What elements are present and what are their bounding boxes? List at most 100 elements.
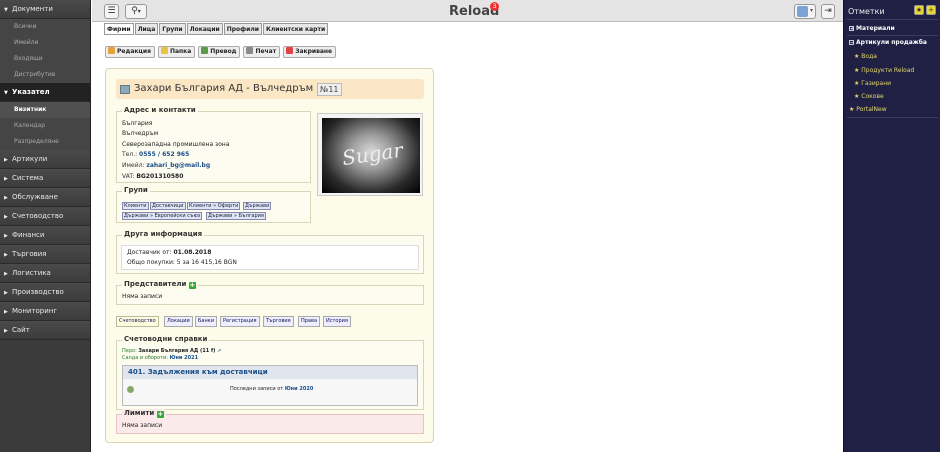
sidebar-item-all[interactable]: Всички bbox=[0, 19, 90, 35]
subtab-registration[interactable]: Регистрация bbox=[220, 316, 260, 327]
sidebar-group-label: Обслужване bbox=[12, 193, 58, 201]
last-records-value[interactable]: Юни 2020 bbox=[285, 386, 313, 392]
other-info-legend: Друга информация bbox=[122, 230, 205, 238]
bookmark-folder[interactable]: + Материали bbox=[849, 25, 895, 32]
bookmark-item[interactable]: ★ Вода bbox=[854, 53, 877, 60]
sidebar-group-monitoring[interactable]: ▶ Мониторинг bbox=[0, 302, 90, 321]
close-record-button[interactable]: Закриване bbox=[283, 46, 337, 58]
triangle-right-icon: ▶ bbox=[4, 233, 8, 239]
add-bookmark-icon[interactable]: + bbox=[926, 5, 936, 15]
sidebar-item-schedule[interactable]: Разпределяне bbox=[0, 134, 90, 150]
triangle-right-icon: ▶ bbox=[4, 214, 8, 220]
tab-groups[interactable]: Групи bbox=[159, 23, 186, 35]
sidebar-group-system[interactable]: ▶ Система bbox=[0, 169, 90, 188]
subtab-trade[interactable]: Търговия bbox=[263, 316, 294, 327]
group-chip[interactable]: Държави » България bbox=[206, 212, 266, 220]
print-label: Печат bbox=[255, 48, 277, 55]
email-link[interactable]: zahari_bg@mail.bg bbox=[146, 162, 210, 169]
search-icon: ⚲ bbox=[131, 6, 138, 16]
triangle-right-icon: ▶ bbox=[4, 328, 8, 334]
collapse-icon: − bbox=[849, 40, 855, 46]
sidebar-group-label: Логистика bbox=[12, 269, 51, 277]
bookmark-label: PortalNew bbox=[856, 106, 887, 113]
address-zone: Северозападна промишлена зона bbox=[122, 141, 230, 148]
add-representative-icon[interactable]: + bbox=[188, 282, 196, 289]
group-chip[interactable]: Държави bbox=[243, 202, 272, 210]
company-photo[interactable]: Sugar bbox=[317, 113, 423, 196]
sidebar-group-documents[interactable]: ▼ Документи bbox=[0, 0, 90, 19]
subtab-accounting[interactable]: Счетоводство bbox=[116, 316, 159, 327]
pero-value[interactable]: Захари България АД (11 f) bbox=[138, 348, 215, 354]
tab-persons[interactable]: Лица bbox=[134, 23, 159, 35]
bookmark-folder[interactable]: − Артикули продажба bbox=[849, 39, 927, 46]
sidebar-group-trade[interactable]: ▶ Търговия bbox=[0, 245, 90, 264]
sidebar-group-finance[interactable]: ▶ Финанси bbox=[0, 226, 90, 245]
notification-badge[interactable]: 3 bbox=[490, 2, 499, 11]
print-button[interactable]: Печат bbox=[243, 46, 281, 58]
bookmark-label: Сокове bbox=[861, 93, 884, 100]
folder-icon bbox=[160, 47, 168, 54]
vat-line: VAT: BG201310580 bbox=[122, 173, 183, 180]
tab-client-cards[interactable]: Клиентски карти bbox=[262, 23, 329, 35]
bookmark-label: Вода bbox=[861, 53, 877, 60]
groups-legend: Групи bbox=[122, 186, 150, 194]
action-toolbar: Редакция Папка Превод Печат Закриване bbox=[105, 46, 339, 58]
menu-button[interactable]: ☰ bbox=[104, 4, 119, 19]
user-menu-button[interactable]: ▾ bbox=[794, 4, 816, 19]
main-tabs: Фирми Лица Групи Локации Профили Клиентс… bbox=[104, 23, 329, 35]
sidebar-group-directory[interactable]: ▼ Указател bbox=[0, 83, 90, 102]
group-chip[interactable]: Клиенти » Оферти bbox=[187, 202, 241, 210]
phone-link[interactable]: 0555 / 652 965 bbox=[139, 151, 189, 158]
sidebar-group-label: Търговия bbox=[12, 250, 47, 258]
company-card: Захари България АД - Вълчедръм №11 Адрес… bbox=[105, 68, 434, 443]
translate-button[interactable]: Превод bbox=[198, 46, 241, 58]
group-chip[interactable]: Доставчици bbox=[150, 202, 186, 210]
last-records-line: Последни записи от Юни 2020 bbox=[230, 386, 313, 392]
bookmark-item[interactable]: ★ PortalNew bbox=[849, 106, 887, 113]
sidebar-group-articles[interactable]: ▶ Артикули bbox=[0, 150, 90, 169]
sidebar-item-distributive[interactable]: Дистрибутив bbox=[0, 67, 90, 83]
bookmark-item[interactable]: ★ Сокове bbox=[854, 93, 884, 100]
folder-button[interactable]: Папка bbox=[157, 46, 196, 58]
report-title[interactable]: 401. Задължения към доставчици bbox=[123, 366, 417, 379]
sidebar-group-label: Мониторинг bbox=[12, 307, 58, 315]
add-limit-icon[interactable]: + bbox=[156, 411, 164, 418]
subtab-banks[interactable]: Банки bbox=[195, 316, 218, 327]
external-link-icon[interactable]: ⇗ bbox=[217, 348, 221, 354]
sidebar-item-emails[interactable]: Имейли bbox=[0, 35, 90, 51]
logout-button[interactable]: ⇥ bbox=[821, 4, 835, 19]
email-line: Имейл: zahari_bg@mail.bg bbox=[122, 162, 210, 169]
search-button[interactable]: ⚲▾ bbox=[125, 4, 147, 19]
star-icon[interactable]: ★ bbox=[914, 5, 924, 15]
tab-locations[interactable]: Локации bbox=[186, 23, 223, 35]
tab-companies[interactable]: Фирми bbox=[104, 23, 134, 35]
translate-label: Превод bbox=[210, 48, 237, 55]
groups-fieldset: Групи Клиенти Доставчици Клиенти » Оферт… bbox=[116, 186, 311, 223]
sidebar-group-logistics[interactable]: ▶ Логистика bbox=[0, 264, 90, 283]
sidebar-group-production[interactable]: ▶ Производство bbox=[0, 283, 90, 302]
subtab-rights[interactable]: Права bbox=[298, 316, 321, 327]
triangle-down-icon: ▼ bbox=[4, 90, 8, 96]
bookmark-item[interactable]: ★ Газирани bbox=[854, 80, 891, 87]
logo-image: Sugar bbox=[322, 118, 420, 193]
bookmark-label: Продукти Reload bbox=[861, 67, 915, 74]
exit-icon: ⇥ bbox=[824, 6, 832, 16]
sidebar-item-cards[interactable]: Визитник bbox=[0, 102, 90, 118]
refresh-icon[interactable] bbox=[127, 386, 134, 393]
sidebar-group-site[interactable]: ▶ Сайт bbox=[0, 321, 90, 340]
tab-profiles[interactable]: Профили bbox=[223, 23, 262, 35]
pencil-icon bbox=[108, 47, 115, 54]
subtab-locations[interactable]: Локации bbox=[164, 316, 193, 327]
bookmark-item[interactable]: ★ Продукти Reload bbox=[854, 67, 914, 74]
group-chip[interactable]: Клиенти bbox=[122, 202, 149, 210]
triangle-right-icon: ▶ bbox=[4, 252, 8, 258]
subtab-history[interactable]: История bbox=[323, 316, 351, 327]
sidebar-item-incoming[interactable]: Входящи bbox=[0, 51, 90, 67]
sidebar-item-calendar[interactable]: Календар bbox=[0, 118, 90, 134]
sidebar-group-service[interactable]: ▶ Обслужване bbox=[0, 188, 90, 207]
group-chip[interactable]: Държави » Европейски съюз bbox=[122, 212, 203, 220]
balance-value[interactable]: Юни 2021 bbox=[170, 355, 198, 361]
sidebar-group-accounting[interactable]: ▶ Счетоводство bbox=[0, 207, 90, 226]
edit-button[interactable]: Редакция bbox=[105, 46, 155, 58]
pero-line: Перо: Захари България АД (11 f) ⇗ bbox=[122, 348, 221, 354]
